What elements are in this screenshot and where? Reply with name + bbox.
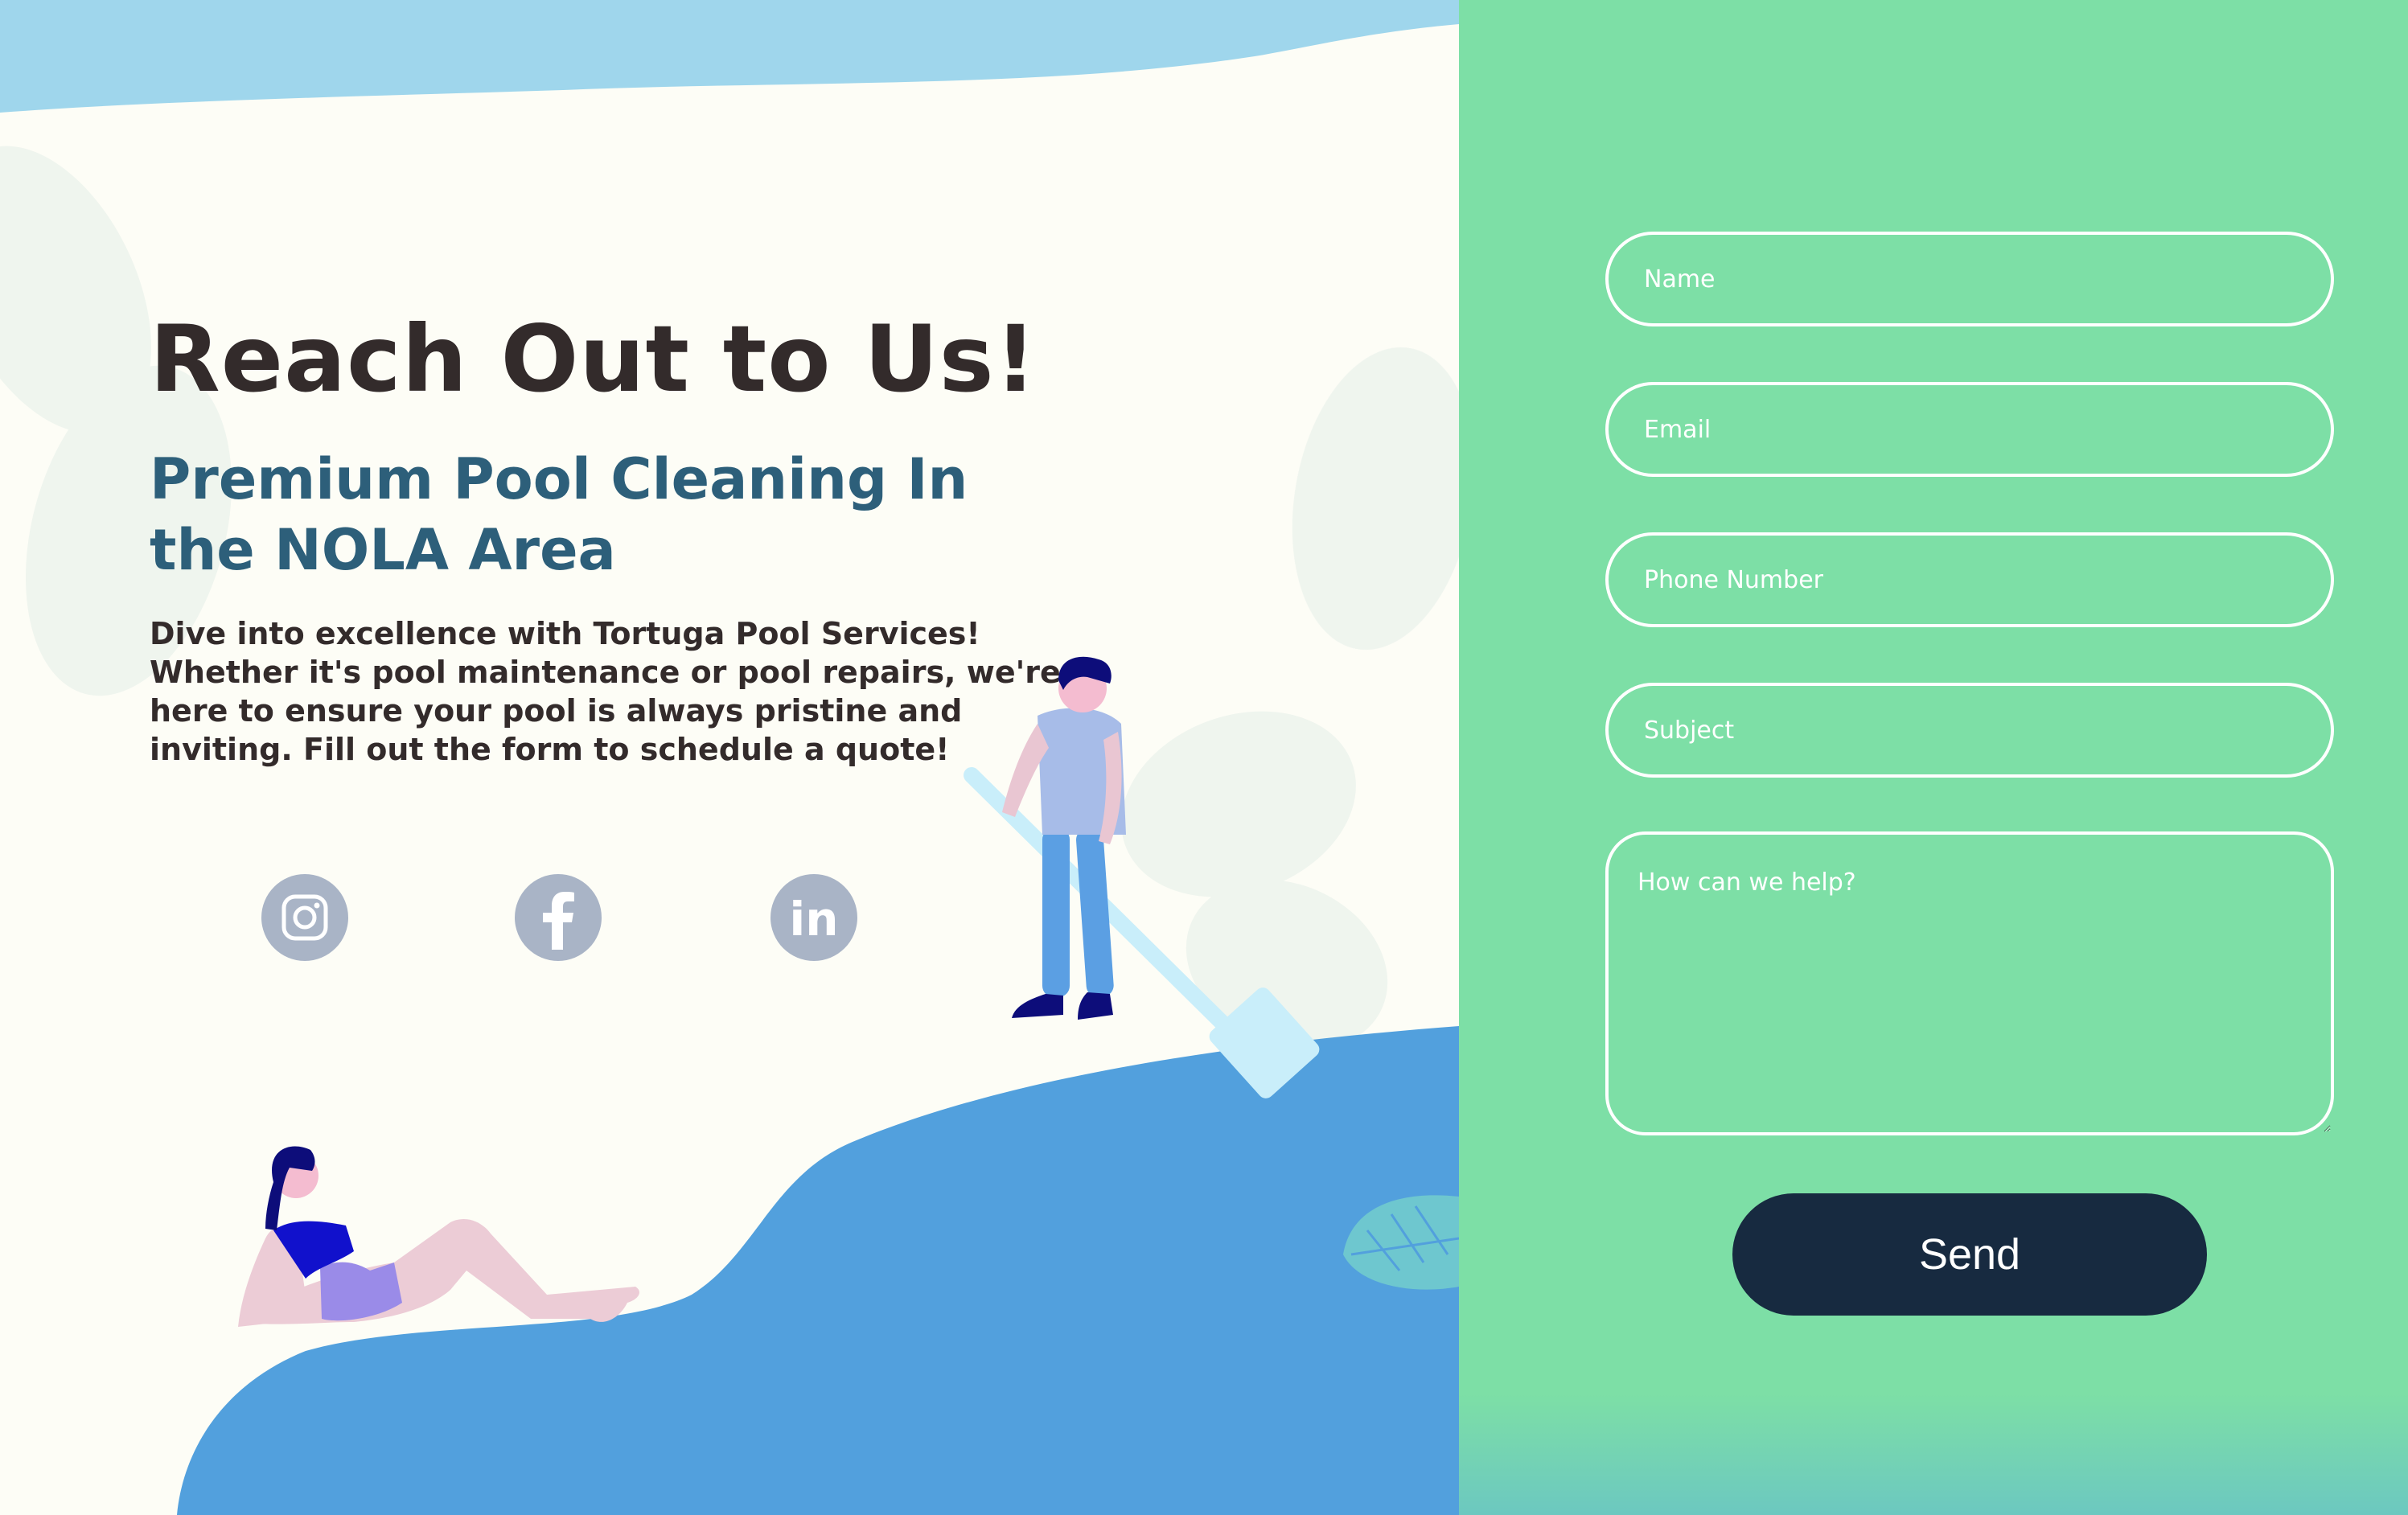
linkedin-link[interactable]: in [770,874,857,961]
page-title: Reach Out to Us! [150,306,1038,413]
facebook-icon [543,892,574,950]
page-subtitle: Premium Pool Cleaning In the NOLA Area [150,446,968,583]
hero-panel: Reach Out to Us! Premium Pool Cleaning I… [0,0,1459,1515]
send-button[interactable]: Send [1732,1193,2207,1316]
instagram-link[interactable] [261,874,348,961]
name-field[interactable] [1605,232,2334,326]
message-field[interactable] [1605,831,2334,1135]
facebook-link[interactable] [515,874,602,961]
phone-field[interactable] [1605,532,2334,627]
subject-field[interactable] [1605,683,2334,778]
faint-leaves-decoration [0,146,1459,1050]
contact-form-panel: Send [1459,0,2408,1515]
instagram-icon [281,894,328,941]
intro-paragraph: Dive into excellence with Tortuga Pool S… [150,616,1061,767]
email-field[interactable] [1605,382,2334,477]
sunbathing-woman [238,1146,639,1327]
linkedin-icon: in [789,892,839,946]
top-wave [0,0,1459,113]
